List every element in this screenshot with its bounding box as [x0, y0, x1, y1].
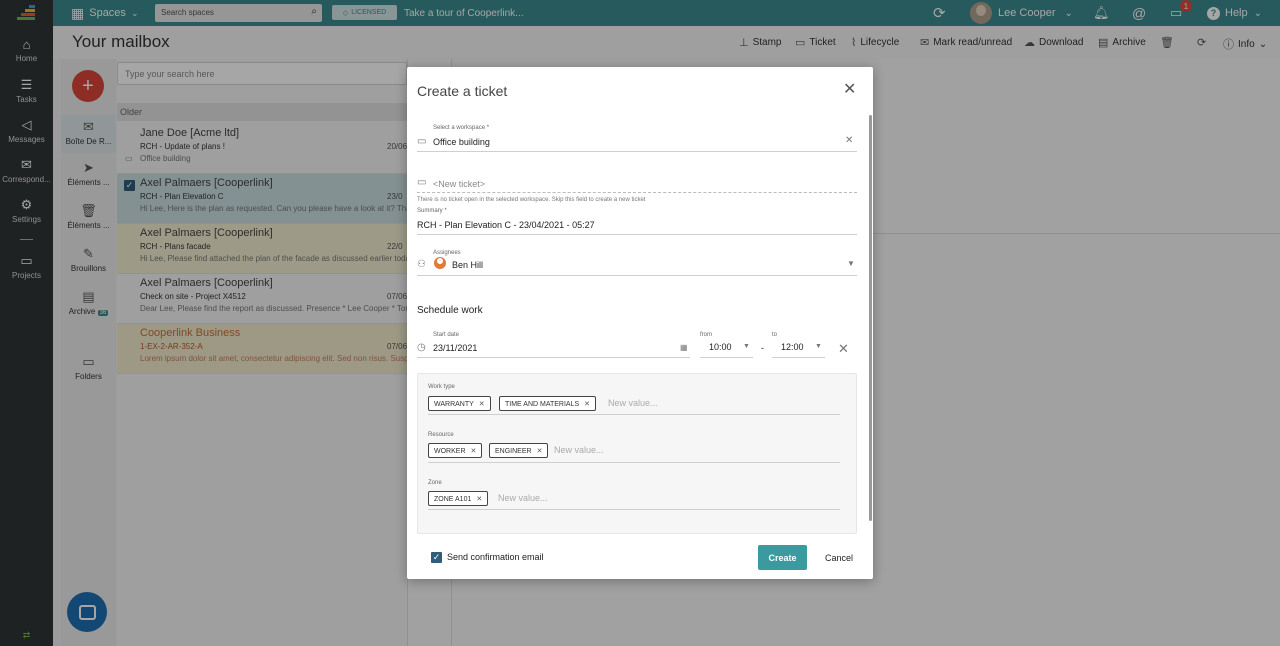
tag-chip[interactable]: TIME AND MATERIALS ✕: [499, 396, 597, 411]
resource-label: Resource: [428, 432, 454, 438]
start-date-label: Start date: [433, 332, 460, 338]
workspace-label: Select a workspace *: [433, 125, 490, 131]
ticket-icon: ▭: [417, 177, 427, 188]
field-underline: [417, 275, 857, 276]
close-icon[interactable]: ✕: [476, 496, 482, 503]
ticket-field[interactable]: <New ticket>: [433, 179, 485, 189]
field-underline: [417, 192, 857, 193]
add-user-icon: ⚇: [417, 259, 426, 270]
field-underline: [772, 357, 825, 358]
time-separator: -: [761, 343, 764, 353]
to-time-select[interactable]: 12:00: [781, 342, 804, 352]
tag-label: WORKER: [434, 448, 466, 455]
tag-chip[interactable]: WARRANTY ✕: [428, 396, 491, 411]
tag-chip[interactable]: WORKER ✕: [428, 443, 483, 458]
from-time-select[interactable]: 10:00: [709, 342, 732, 352]
summary-field[interactable]: RCH - Plan Elevation C - 23/04/2021 - 05…: [417, 220, 595, 230]
assignees-label: Assignees: [433, 250, 461, 256]
calendar-icon[interactable]: ▦: [680, 343, 688, 352]
clear-icon[interactable]: ✕: [845, 135, 853, 146]
to-label: to: [772, 332, 778, 338]
dropdown-arrow-icon[interactable]: ▼: [815, 343, 822, 350]
clear-icon[interactable]: ✕: [838, 341, 849, 357]
scrollbar[interactable]: [869, 115, 872, 521]
tag-chip[interactable]: ZONE A101 ✕: [428, 491, 489, 506]
close-icon[interactable]: ✕: [471, 448, 477, 455]
dropdown-arrow-icon[interactable]: ▼: [847, 259, 855, 268]
folder-icon: ▭: [417, 136, 427, 147]
tag-label: ZONE A101: [434, 496, 472, 503]
create-button[interactable]: Create: [758, 545, 807, 570]
workspace-field[interactable]: Office building: [433, 137, 490, 147]
tag-chip[interactable]: ENGINEER ✕: [489, 443, 549, 458]
field-underline: [428, 414, 840, 415]
close-icon[interactable]: ✕: [479, 401, 485, 408]
close-icon[interactable]: ✕: [537, 448, 543, 455]
dialog-title: Create a ticket: [417, 83, 508, 99]
zone-label: Zone: [428, 480, 442, 486]
tag-label: ENGINEER: [495, 448, 532, 455]
assignee-chip[interactable]: Ben Hill: [452, 260, 483, 270]
dropdown-arrow-icon[interactable]: ▼: [743, 343, 750, 350]
field-underline: [417, 151, 857, 152]
schedule-title: Schedule work: [417, 305, 483, 316]
tag-label: WARRANTY: [434, 401, 474, 408]
confirm-email-label: Send confirmation email: [447, 552, 544, 562]
tag-label: TIME AND MATERIALS: [505, 401, 580, 408]
zone-input[interactable]: New value...: [498, 493, 548, 503]
close-icon[interactable]: ✕: [584, 401, 590, 408]
field-underline: [417, 234, 857, 235]
field-underline: [700, 357, 753, 358]
field-underline: [428, 462, 840, 463]
summary-label: Summary *: [417, 208, 447, 214]
create-ticket-dialog: Create a ticket ✕ Select a workspace * ▭…: [407, 67, 873, 579]
start-date-field[interactable]: 23/11/2021: [433, 343, 477, 353]
field-underline: [417, 357, 690, 358]
cancel-button[interactable]: Cancel: [819, 545, 859, 570]
from-label: from: [700, 332, 712, 338]
ticket-hint: There is no ticket open in the selected …: [417, 197, 646, 203]
close-icon[interactable]: ✕: [843, 79, 856, 99]
avatar: [434, 257, 446, 269]
confirm-email-checkbox[interactable]: ✓: [431, 552, 442, 563]
resource-input[interactable]: New value...: [554, 445, 604, 455]
clock-icon: ◷: [417, 342, 426, 353]
work-type-label: Work type: [428, 384, 455, 390]
field-underline: [428, 509, 840, 510]
work-type-input[interactable]: New value...: [608, 398, 658, 408]
